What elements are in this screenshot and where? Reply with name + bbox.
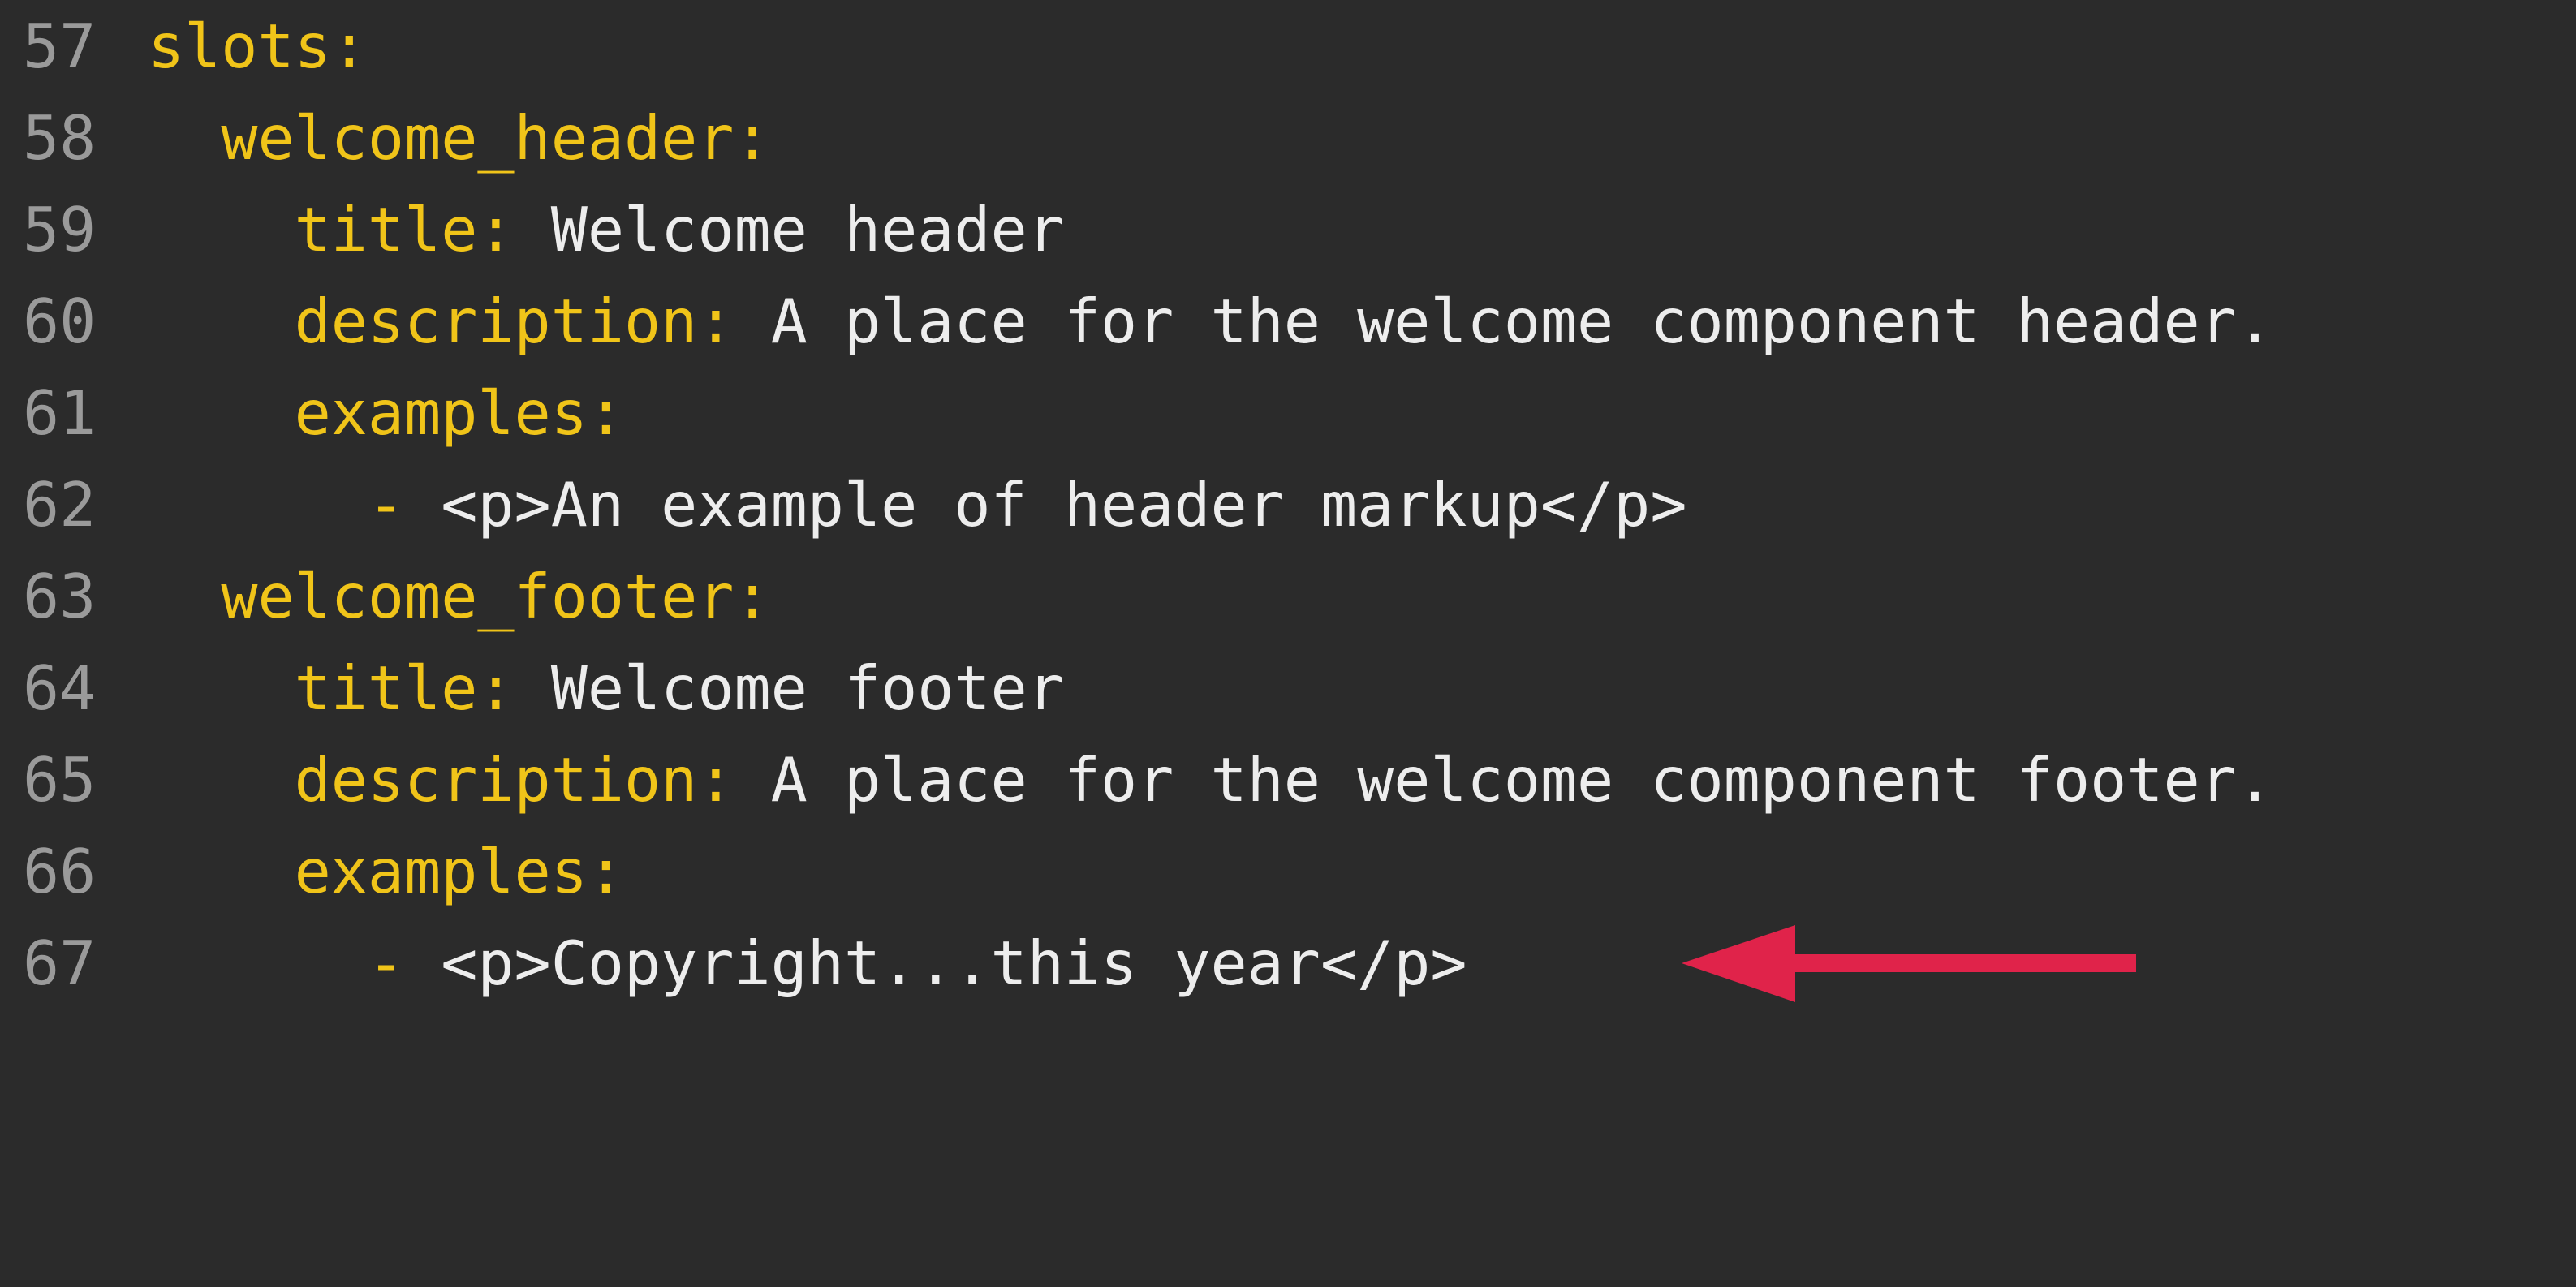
yaml-key: description:: [294, 744, 734, 816]
line-content: - <p>An example of header markup</p>: [148, 458, 1687, 551]
arrow-shaft: [1787, 954, 2136, 972]
line-content: welcome_header:: [148, 92, 771, 184]
yaml-value: A place for the welcome component header…: [734, 286, 2273, 357]
line-number: 65: [23, 744, 97, 816]
line-number: 66: [23, 836, 97, 907]
code-line-66[interactable]: 66 examples:: [0, 825, 2576, 918]
line-number: 60: [23, 286, 97, 357]
line-content: examples:: [148, 825, 624, 918]
code-line-57[interactable]: 57 slots:: [0, 0, 2576, 93]
line-content: slots:: [148, 0, 368, 93]
code-line-64[interactable]: 64 title: Welcome footer: [0, 642, 2576, 734]
line-content: welcome_footer:: [148, 550, 771, 643]
yaml-key: welcome_footer:: [221, 561, 771, 632]
yaml-key: slots:: [148, 11, 368, 82]
list-dash: -: [367, 928, 405, 999]
code-line-58[interactable]: 58 welcome_header:: [0, 92, 2576, 184]
line-content: title: Welcome header: [148, 183, 1064, 276]
code-line-67[interactable]: 67 - <p>Copyright...this year</p>: [0, 917, 2576, 1009]
yaml-key: title:: [294, 652, 515, 724]
line-number: 58: [23, 102, 97, 174]
yaml-key: examples:: [294, 377, 625, 449]
line-number: 63: [23, 561, 97, 632]
code-line-60[interactable]: 60 description: A place for the welcome …: [0, 275, 2576, 368]
code-line-62[interactable]: 62 - <p>An example of header markup</p>: [0, 458, 2576, 551]
line-number: 62: [23, 469, 97, 540]
yaml-value: Welcome header: [514, 194, 1064, 265]
line-number: 57: [23, 11, 97, 82]
line-content: - <p>Copyright...this year</p>: [148, 917, 1467, 1009]
yaml-key: examples:: [294, 836, 625, 907]
yaml-key: welcome_header:: [221, 102, 771, 174]
line-number: 64: [23, 652, 97, 724]
arrow-head: [1682, 925, 1795, 1002]
code-line-65[interactable]: 65 description: A place for the welcome …: [0, 734, 2576, 826]
code-line-59[interactable]: 59 title: Welcome header: [0, 183, 2576, 276]
line-content: description: A place for the welcome com…: [148, 734, 2273, 826]
line-number: 67: [23, 928, 97, 999]
line-number: 61: [23, 377, 97, 449]
line-content: title: Welcome footer: [148, 642, 1064, 734]
yaml-value: Welcome footer: [514, 652, 1064, 724]
yaml-value: <p>An example of header markup</p>: [404, 469, 1687, 540]
line-content: examples:: [148, 367, 624, 459]
line-content: description: A place for the welcome com…: [148, 275, 2273, 368]
list-dash: -: [367, 469, 405, 540]
code-line-61[interactable]: 61 examples:: [0, 367, 2576, 459]
code-line-63[interactable]: 63 welcome_footer:: [0, 550, 2576, 643]
yaml-key: description:: [294, 286, 734, 357]
yaml-value: A place for the welcome component footer…: [734, 744, 2273, 816]
yaml-key: title:: [294, 194, 515, 265]
yaml-value: <p>Copyright...this year</p>: [404, 928, 1467, 999]
line-number: 59: [23, 194, 97, 265]
left-arrow-icon: [1682, 925, 2136, 1002]
code-editor[interactable]: 57 slots: 58 welcome_header: 59 title: W…: [0, 0, 2576, 1006]
